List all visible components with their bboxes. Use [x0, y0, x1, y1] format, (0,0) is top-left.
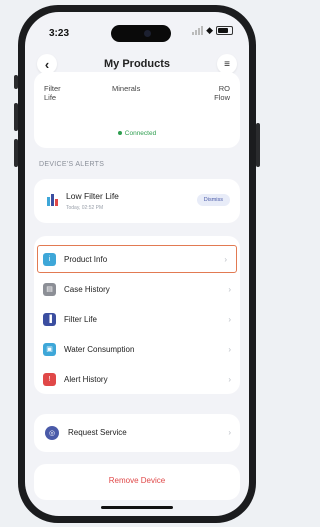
volume-up-button [14, 103, 18, 131]
stat-ro-flow: RO Flow [214, 84, 230, 102]
hamburger-icon: ≡ [224, 58, 230, 70]
water-icon: ▣ [43, 342, 56, 356]
wifi-icon: ◆ [206, 25, 213, 35]
alert-title: Low Filter Life [66, 191, 119, 201]
stat-filter-life: Filter Life [44, 84, 61, 102]
mute-switch [14, 75, 18, 89]
connection-status: Connected [34, 130, 240, 137]
menu-item-label: Filter Life [64, 314, 97, 324]
menu-item-product-info[interactable]: i Product Info › [37, 245, 237, 273]
phone-frame: 3:23 ◆ ‹ My Products ≡ Filter Life Miner… [14, 5, 260, 523]
chevron-right-icon: › [228, 344, 231, 354]
menu-item-filter-life[interactable]: ▐ Filter Life › [34, 306, 240, 332]
request-service-label: Request Service [68, 428, 127, 437]
menu-item-alert-history[interactable]: ! Alert History › [34, 366, 240, 392]
menu-item-label: Product Info [64, 254, 108, 264]
status-time: 3:23 [49, 28, 70, 39]
menu-item-label: Case History [64, 284, 110, 294]
chevron-right-icon: › [228, 428, 231, 437]
request-service-item[interactable]: ◎ Request Service › [34, 414, 240, 452]
app-screen: 3:23 ◆ ‹ My Products ≡ Filter Life Miner… [25, 12, 249, 516]
menu-button[interactable]: ≡ [217, 54, 237, 74]
volume-down-button [14, 139, 18, 167]
remove-device-label: Remove Device [108, 476, 166, 485]
status-dot-icon [117, 131, 122, 136]
alert-time: Today, 02:52 PM [66, 205, 104, 211]
status-icons: ◆ [192, 26, 233, 35]
case-icon: ▤ [43, 282, 56, 296]
info-icon: i [43, 252, 56, 266]
chevron-right-icon: › [224, 254, 227, 264]
signal-icon [192, 26, 204, 35]
filter-low-icon [47, 194, 58, 206]
stat-minerals: Minerals [112, 84, 141, 93]
device-menu: i Product Info › ▤ Case History › ▐ Filt… [34, 236, 240, 394]
alert-item: Low Filter Life Today, 02:52 PM Dismiss [34, 179, 240, 223]
battery-icon [216, 26, 233, 35]
power-button [256, 123, 260, 167]
alerts-section-label: DEVICE'S ALERTS [39, 161, 105, 168]
menu-item-label: Water Consumption [64, 344, 135, 354]
service-icon: ◎ [45, 426, 59, 440]
page-title: My Products [103, 58, 170, 70]
menu-item-case-history[interactable]: ▤ Case History › [34, 276, 240, 302]
device-stats-card: Filter Life Minerals RO Flow Connected [34, 72, 240, 148]
filter-icon: ▐ [43, 312, 56, 326]
chevron-right-icon: › [228, 374, 231, 384]
dismiss-button[interactable]: Dismiss [196, 194, 230, 206]
chevron-right-icon: › [228, 314, 231, 324]
menu-item-water-consumption[interactable]: ▣ Water Consumption › [34, 336, 240, 362]
chevron-right-icon: › [228, 284, 231, 294]
dynamic-island [111, 25, 171, 42]
menu-item-label: Alert History [64, 374, 108, 384]
remove-device-button[interactable]: Remove Device [34, 464, 240, 500]
home-indicator[interactable] [101, 506, 173, 509]
alert-icon: ! [43, 372, 56, 386]
